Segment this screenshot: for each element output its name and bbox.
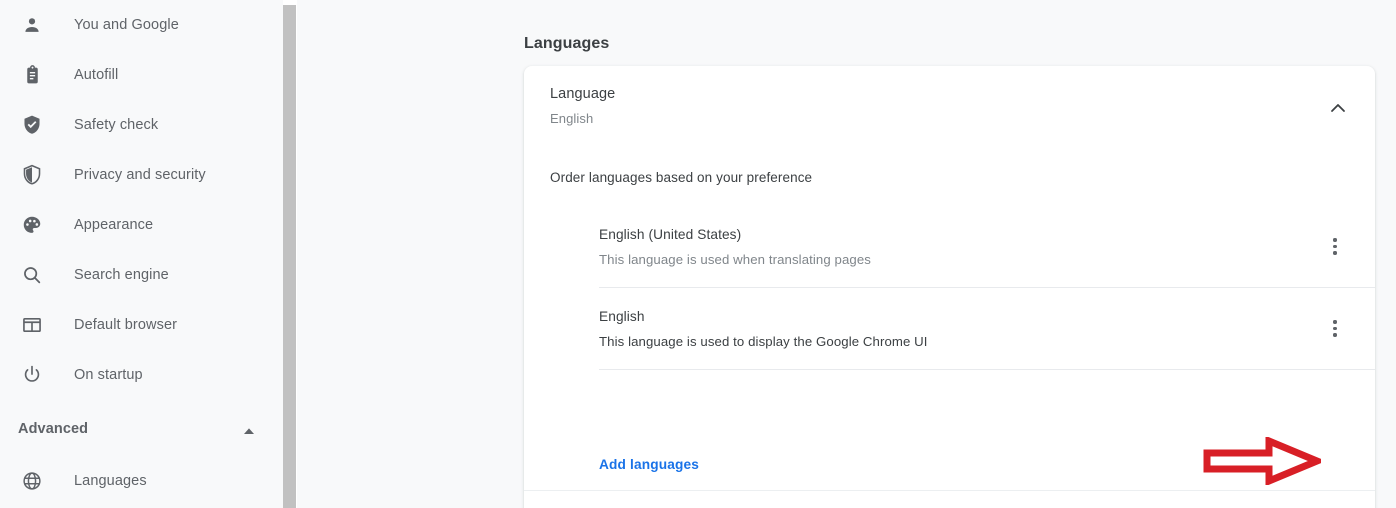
clipboard-icon [20, 63, 44, 87]
more-vert-icon[interactable] [1318, 312, 1352, 346]
settings-sidebar: You and Google Autofill Safety check Pri… [0, 0, 283, 508]
sidebar-item-you-and-google[interactable]: You and Google [0, 0, 283, 50]
palette-icon [20, 213, 44, 237]
language-description: This language is used when translating p… [599, 252, 871, 267]
page-title: Languages [524, 34, 610, 52]
chevron-up-icon[interactable] [1326, 96, 1350, 120]
list-divider [599, 287, 1375, 288]
sidebar-item-on-startup[interactable]: On startup [0, 350, 283, 400]
language-name: English (United States) [599, 227, 742, 242]
shield-half-icon [20, 163, 44, 187]
language-list-item[interactable]: English This language is used to display… [524, 293, 1375, 364]
search-icon [20, 263, 44, 287]
sidebar-item-label: Search engine [74, 267, 169, 283]
sidebar-advanced-label: Advanced [18, 421, 89, 437]
language-card-header[interactable]: Language English [524, 66, 1375, 142]
sidebar-item-label: Privacy and security [74, 167, 206, 183]
sidebar-item-label: Safety check [74, 117, 159, 133]
language-list-item[interactable]: English (United States) This language is… [524, 211, 1375, 282]
globe-icon [20, 469, 44, 493]
order-languages-heading: Order languages based on your preference [550, 170, 813, 185]
sidebar-item-label: Languages [74, 473, 147, 489]
add-languages-button[interactable]: Add languages [599, 457, 699, 472]
sidebar-item-safety-check[interactable]: Safety check [0, 100, 283, 150]
sidebar-item-label: On startup [74, 367, 143, 383]
language-card: Language English Order languages based o… [524, 66, 1375, 508]
language-card-subtitle: English [550, 111, 594, 126]
settings-main-panel: Languages Language English Order languag… [297, 0, 1396, 508]
sidebar-item-privacy-and-security[interactable]: Privacy and security [0, 150, 283, 200]
person-icon [20, 13, 44, 37]
sidebar-item-label: Appearance [74, 217, 154, 233]
sidebar-advanced-section-toggle[interactable]: Advanced [0, 408, 283, 454]
sidebar-item-search-engine[interactable]: Search engine [0, 250, 283, 300]
language-description: This language is used to display the Goo… [599, 334, 928, 349]
sidebar-scrollbar-thumb[interactable] [283, 5, 296, 508]
sidebar-item-label: You and Google [74, 17, 179, 33]
triangle-up-icon [240, 424, 258, 438]
sidebar-item-languages[interactable]: Languages [0, 456, 283, 506]
sidebar-item-autofill[interactable]: Autofill [0, 50, 283, 100]
list-divider [599, 369, 1375, 370]
sidebar-item-appearance[interactable]: Appearance [0, 200, 283, 250]
power-icon [20, 363, 44, 387]
offer-translate-row[interactable]: Offer to translate pages that aren't in … [524, 491, 1375, 508]
more-vert-icon[interactable] [1318, 230, 1352, 264]
chrome-settings-window: You and Google Autofill Safety check Pri… [0, 0, 1396, 508]
language-name: English [599, 309, 645, 324]
language-card-title: Language [550, 86, 616, 102]
sidebar-item-label: Default browser [74, 317, 178, 333]
sidebar-item-default-browser[interactable]: Default browser [0, 300, 283, 350]
sidebar-item-label: Autofill [74, 67, 119, 83]
shield-check-icon [20, 113, 44, 137]
browser-window-icon [20, 313, 44, 337]
